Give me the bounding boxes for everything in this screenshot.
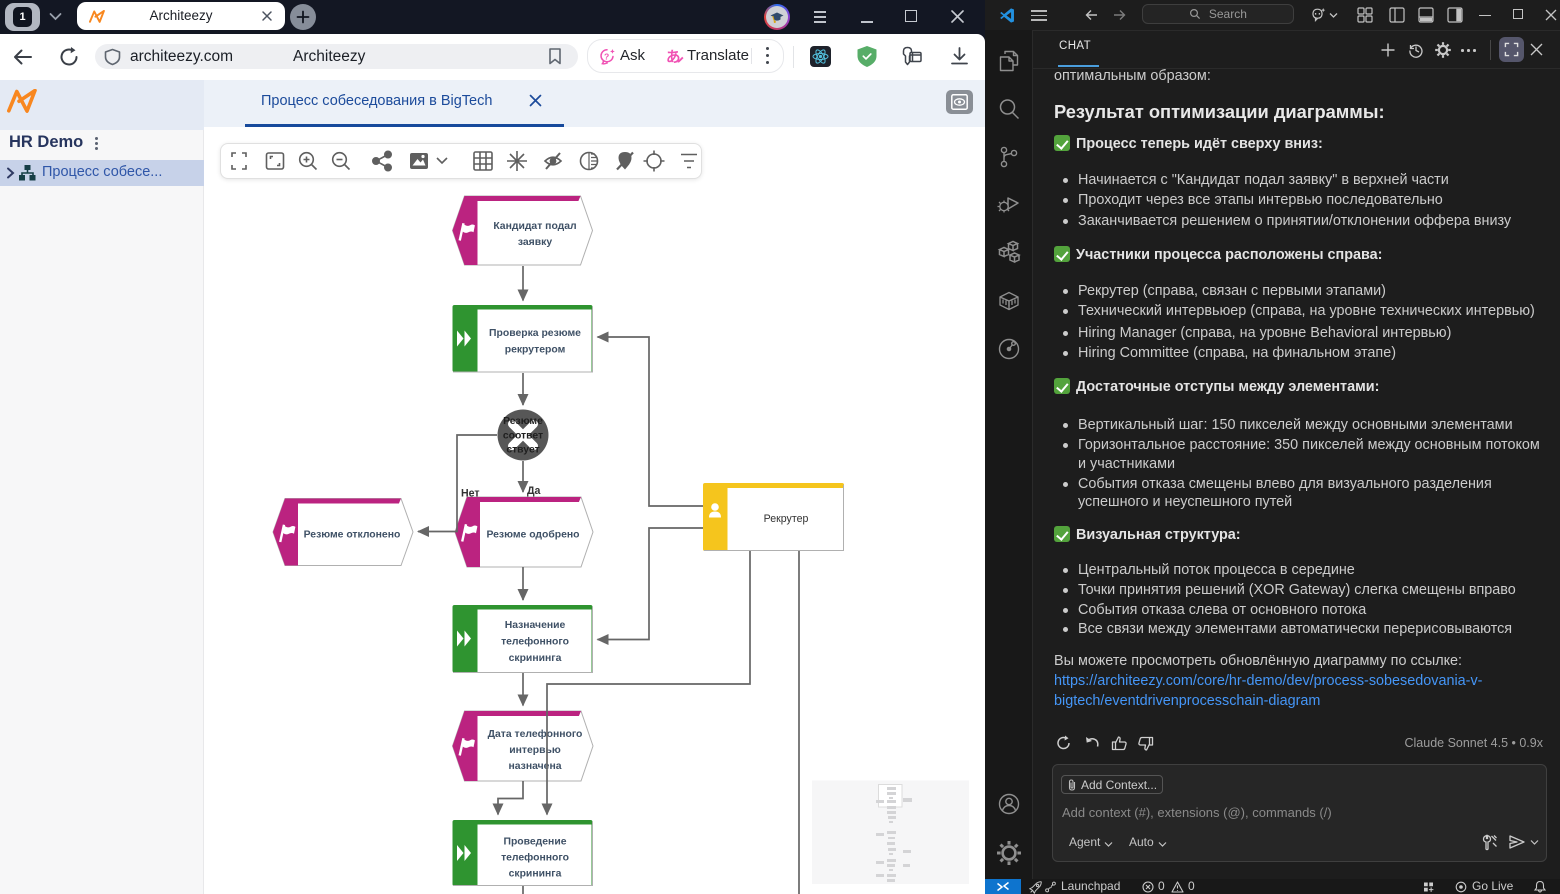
- svg-text:Да: Да: [527, 485, 541, 497]
- svg-text:скрининга: скрининга: [509, 653, 562, 664]
- svg-text:телефонного: телефонного: [501, 636, 569, 648]
- svg-text:Проверка резюме: Проверка резюме: [489, 328, 581, 339]
- svg-text:あ: あ: [666, 49, 681, 65]
- svg-text:рекрутером: рекрутером: [505, 345, 566, 356]
- svg-text:?: ?: [604, 51, 609, 61]
- svg-text:заявку: заявку: [518, 237, 552, 248]
- svg-text:назначена: назначена: [508, 761, 561, 772]
- svg-text:Нет: Нет: [461, 488, 480, 500]
- svg-text:Рекрутер: Рекрутер: [764, 513, 809, 525]
- svg-text:Резюме отклонено: Резюме отклонено: [304, 530, 401, 541]
- svg-text:телефонного: телефонного: [501, 852, 569, 864]
- svg-text:Назначение: Назначение: [505, 620, 566, 631]
- svg-text:Резюме: Резюме: [503, 416, 543, 427]
- svg-text:интервью: интервью: [509, 745, 561, 756]
- svg-text:скрининга: скрининга: [509, 869, 562, 880]
- svg-text:соответ: соответ: [503, 431, 543, 442]
- svg-text:Кандидат подал: Кандидат подал: [493, 221, 576, 232]
- svg-text:Резюме одобрено: Резюме одобрено: [486, 529, 579, 541]
- svg-text:ствует: ствует: [506, 445, 539, 456]
- svg-text:Проведение: Проведение: [503, 837, 566, 848]
- svg-text:Дата телефонного: Дата телефонного: [488, 728, 583, 740]
